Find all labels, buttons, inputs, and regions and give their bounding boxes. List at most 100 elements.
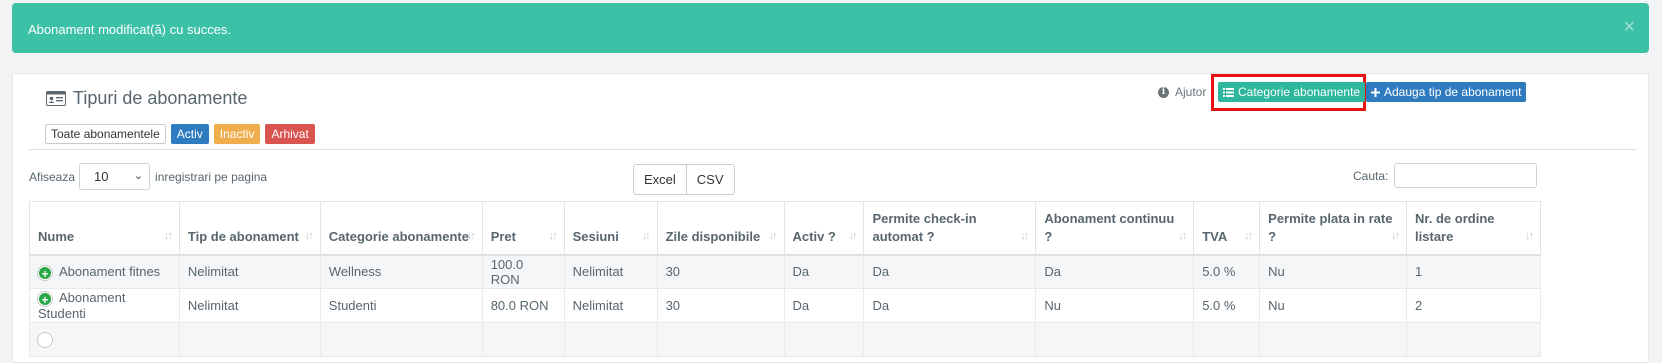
categories-button[interactable]: Categorie abonamente xyxy=(1218,82,1366,102)
table-cell: 5.0 % xyxy=(1193,288,1261,323)
sort-icon: ↓↑ xyxy=(848,229,857,242)
export-csv-button[interactable]: CSV xyxy=(686,164,735,195)
sort-icon: ↓↑ xyxy=(1391,229,1400,242)
filter-active-button[interactable]: Activ xyxy=(170,124,209,144)
table-cell xyxy=(178,322,321,357)
subscription-types-panel: Tipuri de abonamente Toate abonamentele … xyxy=(12,73,1649,363)
search-label: Cauta: xyxy=(1353,168,1389,183)
table-cell: + xyxy=(29,322,180,357)
column-header[interactable]: Zile disponibile ↓↑ xyxy=(656,201,785,256)
filter-all-button[interactable]: Toate abonamentele xyxy=(45,124,166,144)
page-size-value: 10 xyxy=(94,169,109,184)
table-cell: Da xyxy=(783,254,865,289)
export-buttons: Excel CSV xyxy=(633,164,735,195)
table-cell: 80.0 RON xyxy=(481,288,565,323)
table-cell xyxy=(319,322,483,357)
sort-icon: ↓↑ xyxy=(641,229,651,242)
table-cell: Da xyxy=(863,288,1037,323)
categories-button-label: Categorie abonamente xyxy=(1238,85,1361,99)
table-cell xyxy=(863,322,1037,357)
table-row[interactable]: + Abonament Studenti Nelimitat Studenti 8… xyxy=(29,288,1541,323)
sort-icon: ↓↑ xyxy=(1244,229,1253,242)
table-row[interactable]: + xyxy=(29,322,1541,357)
column-header[interactable]: Nr. de ordine listare ↓↑ xyxy=(1406,201,1541,256)
plus-icon xyxy=(1371,87,1380,97)
table-cell: 100.0 RON xyxy=(481,254,565,289)
page-size-select[interactable]: 10 ⌄ xyxy=(79,163,151,190)
table-cell: 1 xyxy=(1406,254,1541,289)
table-cell xyxy=(563,322,658,357)
column-header[interactable]: Pret ↓↑ xyxy=(481,201,565,256)
id-card-icon xyxy=(46,91,66,106)
table-cell: Da xyxy=(783,288,865,323)
expand-icon[interactable]: + xyxy=(38,333,52,348)
export-excel-button[interactable]: Excel xyxy=(633,164,687,195)
table-cell xyxy=(1193,322,1261,357)
column-header[interactable]: Sesiuni ↓↑ xyxy=(563,201,658,256)
table-cell: Nelimitat xyxy=(563,254,658,289)
sort-icon: ↓↑ xyxy=(768,229,778,242)
column-header[interactable]: Activ ? ↓↑ xyxy=(783,201,865,256)
table-cell xyxy=(1259,322,1408,357)
sort-icon: ↓↑ xyxy=(466,229,476,242)
subscription-types-table: Nume ↓↑ Tip de abonament ↓↑ Categorie abon… xyxy=(29,201,1541,357)
info-icon: i xyxy=(1158,86,1169,98)
page-length-control: Afiseaza 10 ⌄ inregistrari pe pagina xyxy=(29,163,267,190)
sort-icon: ↓↑ xyxy=(304,229,314,242)
table-cell: 2 xyxy=(1406,288,1541,323)
alert-message: Abonament modificat(ă) cu succes. xyxy=(28,22,232,37)
table-cell xyxy=(481,322,565,357)
close-icon[interactable]: × xyxy=(1623,17,1635,37)
sort-icon: ↓↑ xyxy=(1178,229,1187,242)
sort-icon: ↓↑ xyxy=(1020,229,1029,242)
table-cell xyxy=(783,322,865,357)
page-title: Tipuri de abonamente xyxy=(46,88,247,109)
list-icon xyxy=(1223,87,1234,97)
column-header[interactable]: Categorie abonamente ↓↑ xyxy=(319,201,483,256)
table-cell: Nelimitat xyxy=(563,288,658,323)
table-cell: 30 xyxy=(656,254,785,289)
add-button-label: Adauga tip de abonament xyxy=(1384,85,1522,99)
search-control: Cauta: xyxy=(1353,163,1538,188)
table-cell: Nelimitat xyxy=(178,288,321,323)
help-link[interactable]: i Ajutor xyxy=(1158,85,1206,99)
sort-icon: ↓↑ xyxy=(163,229,173,242)
table-cell: Da xyxy=(863,254,1037,289)
filter-inactive-button[interactable]: Inactiv xyxy=(213,124,261,144)
filter-archived-button[interactable]: Arhivat xyxy=(265,124,315,144)
table-cell: 5.0 % xyxy=(1193,254,1261,289)
table-cell: Nu xyxy=(1259,254,1408,289)
table-cell: Nu xyxy=(1259,288,1408,323)
search-input[interactable] xyxy=(1394,163,1538,188)
page-title-text: Tipuri de abonamente xyxy=(73,88,248,108)
chevron-down-icon: ⌄ xyxy=(133,170,144,182)
table-cell: Studenti xyxy=(319,288,483,323)
expand-icon[interactable]: + xyxy=(38,265,52,281)
status-filters: Toate abonamentele Activ Inactiv Arhivat xyxy=(45,124,315,144)
column-header[interactable]: Abonament continuu ? ↓↑ xyxy=(1035,201,1195,256)
table-cell xyxy=(1035,322,1195,357)
help-label: Ajutor xyxy=(1175,85,1207,99)
column-header[interactable]: Permite check-in automat ? ↓↑ xyxy=(863,201,1037,256)
table-cell xyxy=(1406,322,1541,357)
table-row[interactable]: + Abonament fitnes Nelimitat Wellness 100… xyxy=(29,254,1541,289)
table-cell: + Abonament Studenti xyxy=(29,288,180,323)
table-cell: Nelimitat xyxy=(178,254,321,289)
table-cell: Da xyxy=(1035,254,1195,289)
column-header[interactable]: Permite plata in rate ? ↓↑ xyxy=(1259,201,1408,256)
table-cell: Nu xyxy=(1035,288,1195,323)
table-cell xyxy=(656,322,785,357)
column-header[interactable]: Nume ↓↑ xyxy=(29,201,180,256)
table-header-row: Nume ↓↑ Tip de abonament ↓↑ Categorie abon… xyxy=(29,201,1541,256)
column-header[interactable]: TVA ↓↑ xyxy=(1193,201,1261,256)
expand-icon[interactable]: + xyxy=(38,291,52,307)
divider xyxy=(29,149,1637,150)
table-cell: 30 xyxy=(656,288,785,323)
sort-icon: ↓↑ xyxy=(1525,229,1534,242)
table-cell: Wellness xyxy=(319,254,483,289)
table-cell: + Abonament fitnes xyxy=(29,254,180,289)
add-subscription-type-button[interactable]: Adauga tip de abonament xyxy=(1366,82,1527,102)
sort-icon: ↓↑ xyxy=(548,229,558,242)
show-label: Afiseaza xyxy=(29,169,76,184)
column-header[interactable]: Tip de abonament ↓↑ xyxy=(178,201,321,256)
